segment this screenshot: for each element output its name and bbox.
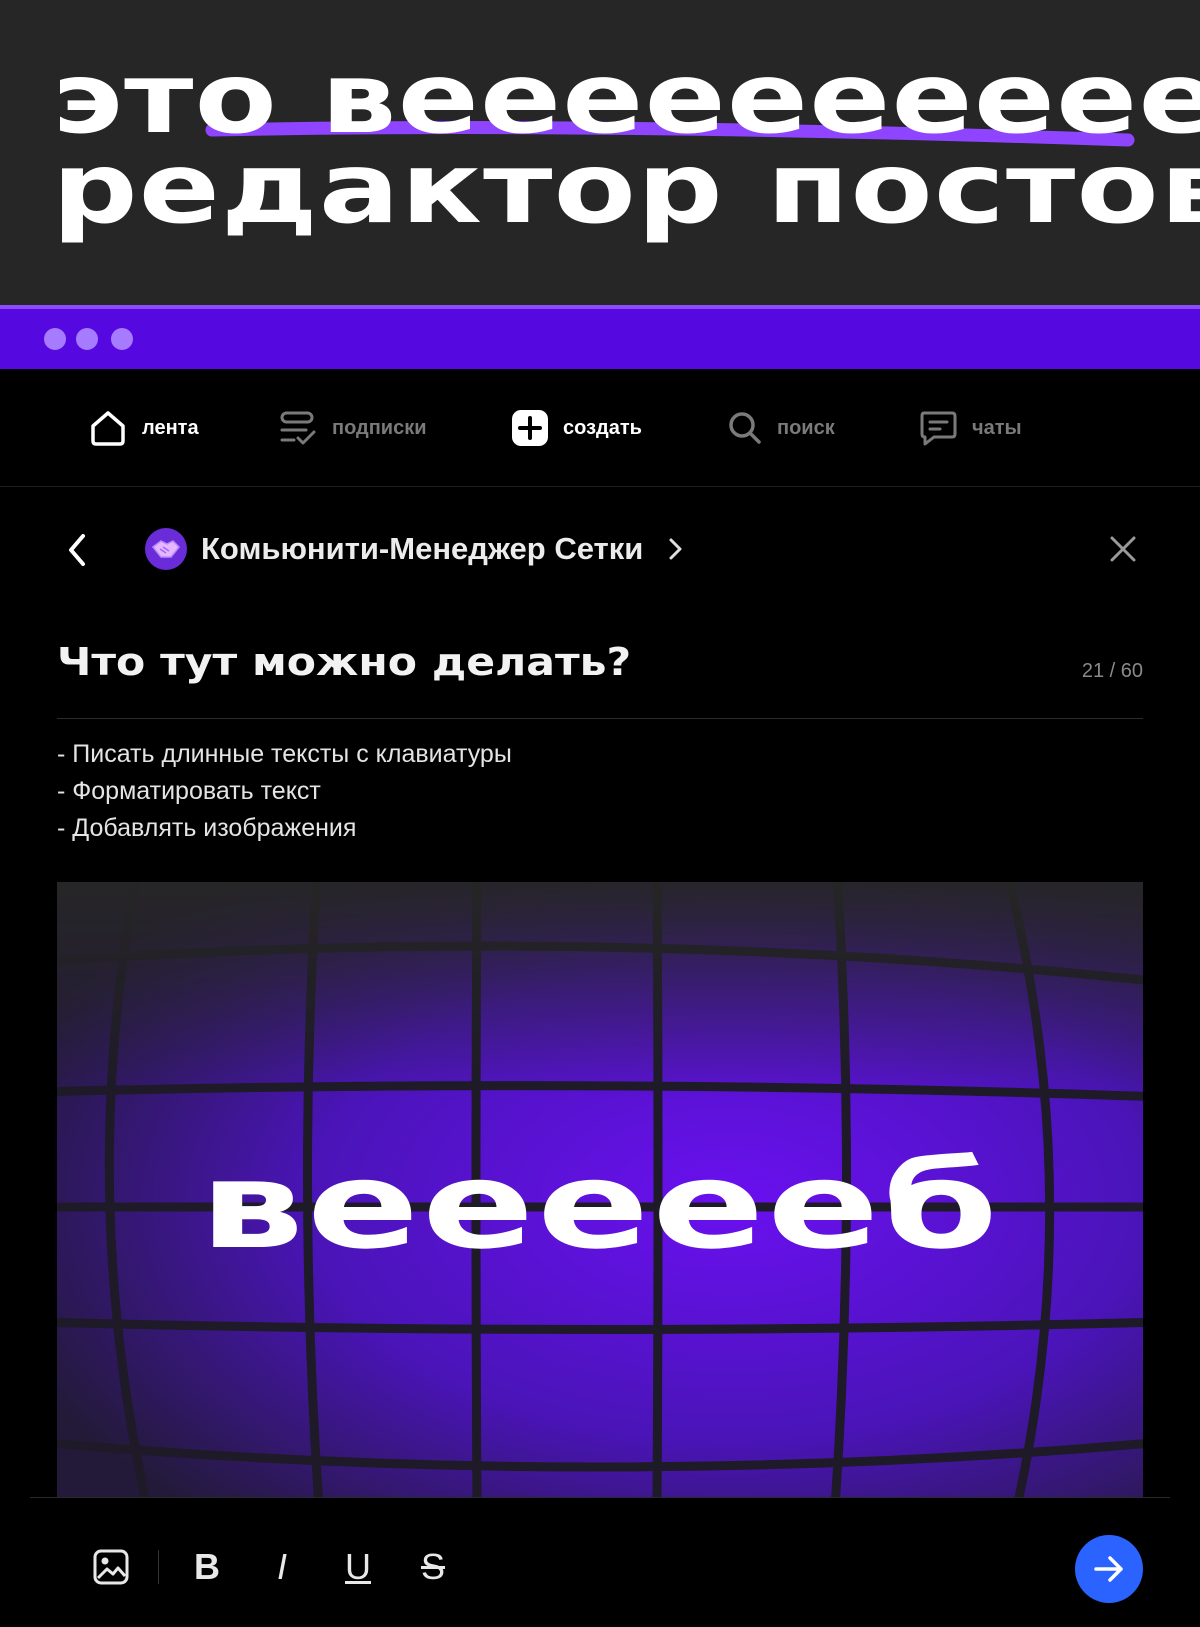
window-dot bbox=[111, 328, 133, 350]
toolbar-divider bbox=[30, 1497, 1170, 1498]
arrow-right-icon bbox=[1094, 1556, 1123, 1582]
body-line: - Писать длинные тексты с клавиатуры bbox=[57, 740, 512, 768]
author-selector[interactable]: Комьюнити-Менеджер Сетки bbox=[145, 528, 685, 570]
nav-item-chats[interactable]: чаты bbox=[918, 369, 1022, 487]
italic-button[interactable]: I bbox=[262, 1545, 302, 1589]
headline-line-2: редактор постов bbox=[52, 132, 1200, 246]
search-icon bbox=[729, 412, 761, 444]
window-dot bbox=[44, 328, 66, 350]
chat-icon bbox=[920, 411, 957, 446]
nav-item-create[interactable]: создать bbox=[511, 369, 642, 487]
body-line: - Форматировать текст bbox=[57, 777, 321, 805]
insert-image-button[interactable] bbox=[91, 1545, 131, 1589]
title-divider bbox=[57, 718, 1143, 719]
close-icon bbox=[1110, 536, 1136, 562]
post-title-input[interactable]: Что тут можно делать? bbox=[57, 640, 631, 684]
nav-label-create: создать bbox=[563, 416, 642, 439]
author-name: Комьюнити-Менеджер Сетки bbox=[201, 531, 644, 566]
strikethrough-button[interactable]: S bbox=[413, 1545, 453, 1589]
post-body-editor[interactable]: - Писать длинные тексты с клавиатуры - Ф… bbox=[57, 736, 512, 847]
image-icon bbox=[93, 1549, 129, 1585]
italic-icon: I bbox=[276, 1546, 287, 1587]
bold-icon: B bbox=[194, 1546, 220, 1587]
home-icon bbox=[91, 411, 125, 446]
window-bar bbox=[0, 305, 1200, 369]
top-nav: лента подписки создать поиск чаты bbox=[0, 369, 1200, 487]
promo-banner: это веееееееееееб- редактор постов bbox=[0, 0, 1200, 305]
nav-label-feed: лента bbox=[142, 416, 199, 439]
image-caption-text: веееееб bbox=[199, 1137, 1001, 1276]
subscriptions-icon bbox=[280, 411, 316, 445]
nav-item-search[interactable]: поиск bbox=[727, 369, 835, 487]
underline-button[interactable]: U bbox=[338, 1545, 378, 1589]
toolbar-separator bbox=[158, 1550, 159, 1584]
nav-item-subscriptions[interactable]: подписки bbox=[278, 369, 427, 487]
window-dot bbox=[76, 328, 98, 350]
nav-label-search: поиск bbox=[777, 416, 835, 439]
avatar bbox=[145, 528, 187, 570]
body-line: - Добавлять изображения bbox=[57, 814, 357, 842]
nav-label-chats: чаты bbox=[972, 416, 1022, 439]
publish-button[interactable] bbox=[1075, 1535, 1143, 1603]
bold-button[interactable]: B bbox=[187, 1545, 227, 1589]
title-char-count: 21 / 60 bbox=[1081, 660, 1143, 682]
close-button[interactable] bbox=[1108, 534, 1138, 564]
back-button[interactable] bbox=[62, 530, 92, 570]
nav-item-feed[interactable]: лента bbox=[88, 369, 199, 487]
underline-icon: U bbox=[345, 1546, 371, 1587]
chevron-right-icon bbox=[669, 538, 682, 560]
handshake-icon bbox=[151, 540, 181, 558]
nav-label-subscriptions: подписки bbox=[332, 416, 427, 439]
chevron-left-icon bbox=[69, 534, 85, 566]
strikethrough-icon: S bbox=[420, 1546, 445, 1587]
plus-square-icon bbox=[512, 410, 548, 446]
post-image[interactable]: веееееб bbox=[57, 882, 1143, 1497]
